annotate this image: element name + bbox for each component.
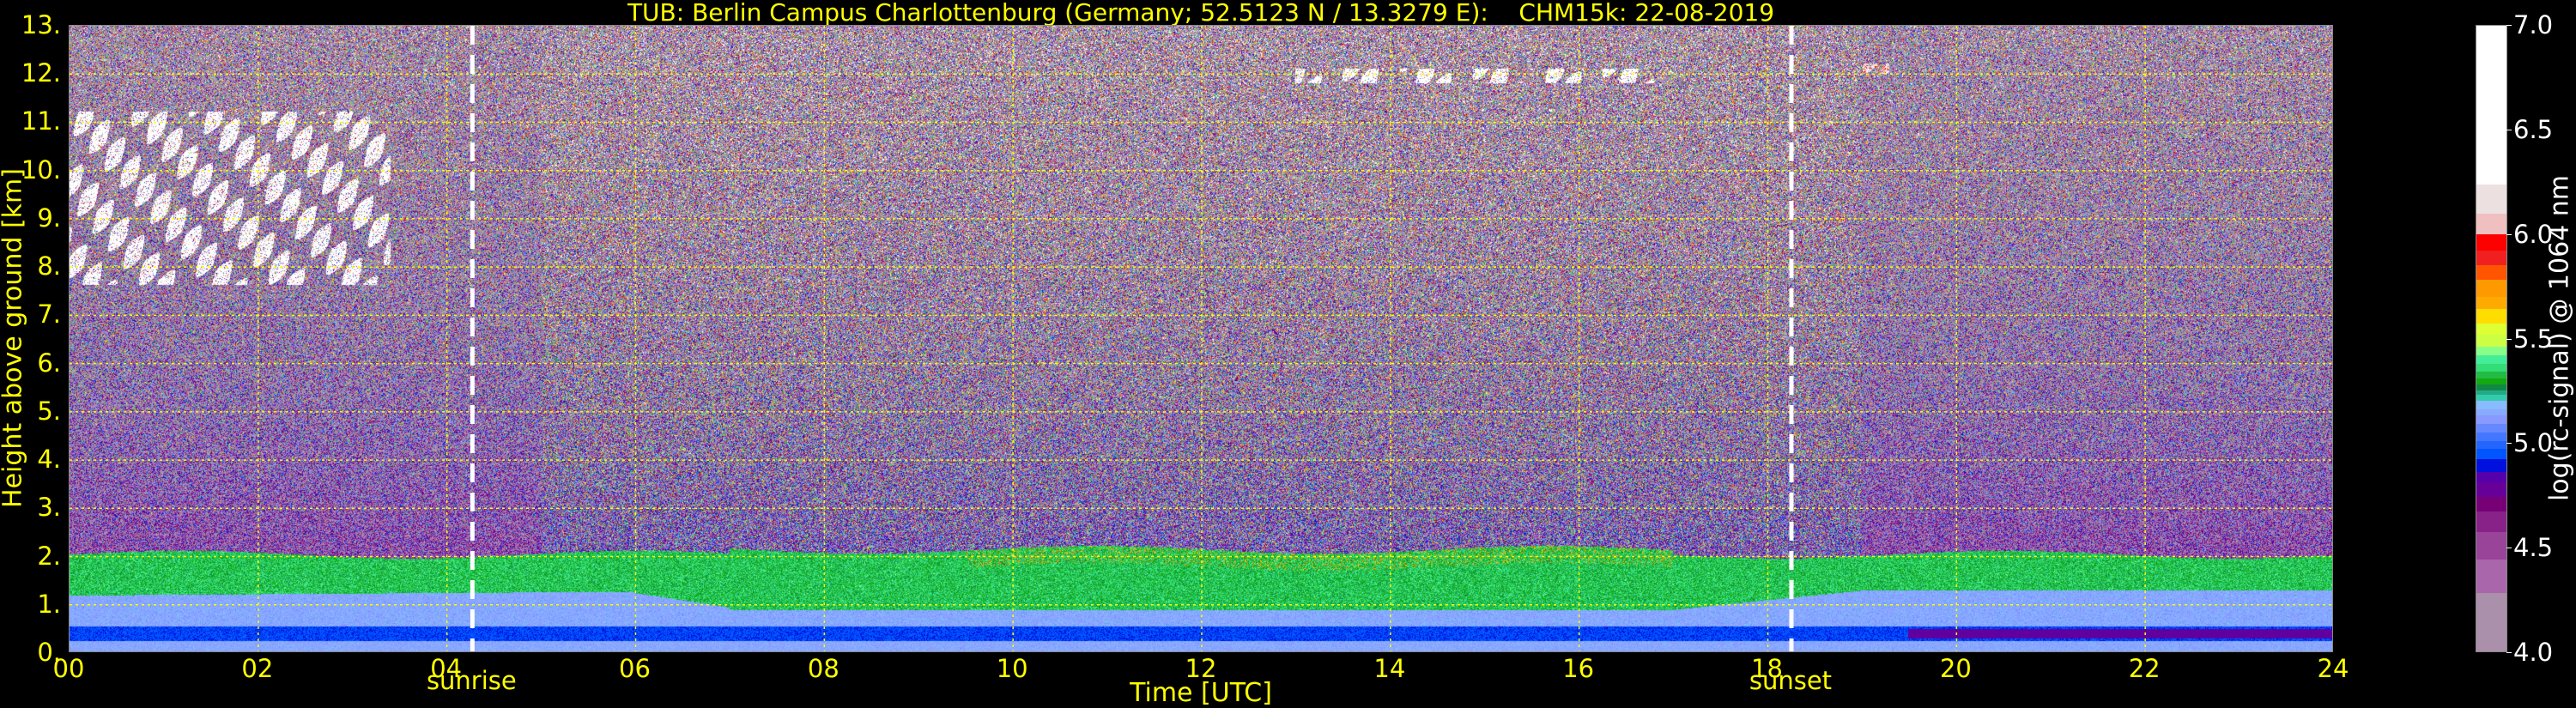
plot-area [69, 25, 2333, 652]
x-tick-label: 20 [1939, 654, 1972, 683]
colorbar-label: log(rc-signal) @ 1064 nm [2544, 174, 2575, 502]
colorbar-segment [2476, 251, 2506, 266]
colorbar-tick-mark [2506, 443, 2512, 445]
colorbar-segment [2476, 511, 2506, 533]
colorbar-segment [2476, 532, 2506, 560]
colorbar-segment [2476, 184, 2506, 214]
colorbar-segment [2476, 560, 2506, 593]
colorbar-segment [2476, 334, 2506, 348]
colorbar-segment [2476, 233, 2506, 251]
y-tick-label: 1. [37, 589, 61, 619]
colorbar-segment [2476, 472, 2506, 483]
colorbar-segment [2476, 378, 2506, 384]
x-tick-label: 16 [1562, 654, 1595, 683]
x-tick-label: 02 [241, 654, 274, 683]
y-tick-label: 9. [37, 203, 61, 233]
y-tick-label: 8. [37, 251, 61, 281]
x-tick-label: 14 [1373, 654, 1406, 683]
y-axis-label: Height above ground [km] [0, 168, 28, 508]
y-tick-label: 2. [37, 541, 61, 571]
colorbar-segment [2476, 309, 2506, 324]
y-tick-label: 7. [37, 300, 61, 330]
colorbar-segment [2476, 395, 2506, 402]
colorbar-tick-label: 7.0 [2513, 10, 2554, 39]
colorbar-tick-mark [2506, 25, 2512, 26]
colorbar [2476, 25, 2507, 652]
colorbar-segment [2476, 363, 2506, 372]
sunset-label: sunset [1749, 666, 1833, 695]
colorbar-segment [2476, 432, 2506, 441]
colorbar-segment [2476, 324, 2506, 335]
x-tick-label: 08 [807, 654, 839, 683]
y-tick-label: 5. [37, 396, 61, 426]
colorbar-segment [2476, 213, 2506, 234]
colorbar-segment [2476, 459, 2506, 472]
x-axis-label: Time [UTC] [1130, 678, 1272, 708]
y-tick-label: 12. [21, 58, 61, 88]
colorbar-tick-label: 4.0 [2513, 638, 2554, 667]
y-tick-label: 4. [37, 445, 61, 475]
colorbar-tick-label: 6.5 [2513, 114, 2554, 144]
y-tick-label: 6. [37, 348, 61, 378]
colorbar-segment [2476, 449, 2506, 460]
colorbar-segment [2476, 424, 2506, 433]
colorbar-segment [2476, 401, 2506, 410]
y-tick-label: 11. [21, 106, 61, 136]
colorbar-segment [2476, 354, 2506, 364]
colorbar-segment [2476, 25, 2506, 185]
x-tick-label: 22 [2128, 654, 2161, 683]
y-tick-label: 13. [21, 10, 61, 39]
colorbar-segment [2476, 592, 2506, 651]
colorbar-segment [2476, 347, 2506, 355]
y-tick-label: 0. [37, 638, 61, 667]
colorbar-segment [2476, 372, 2506, 378]
colorbar-segment [2476, 280, 2506, 297]
colorbar-tick-mark [2506, 338, 2512, 340]
x-tick-label: 24 [2317, 654, 2349, 683]
colorbar-segment [2476, 409, 2506, 416]
colorbar-tick-label: 4.5 [2513, 533, 2554, 563]
colorbar-tick-mark [2506, 233, 2512, 235]
x-tick-label: 06 [619, 654, 651, 683]
colorbar-segment [2476, 265, 2506, 281]
sunrise-label: sunrise [426, 666, 517, 695]
colorbar-segment [2476, 296, 2506, 310]
y-tick-label: 3. [37, 493, 61, 523]
colorbar-segment [2476, 440, 2506, 450]
colorbar-segment [2476, 415, 2506, 425]
chart-title: TUB: Berlin Campus Charlottenburg (Germa… [627, 0, 1775, 27]
colorbar-segment [2476, 497, 2506, 512]
colorbar-tick-mark [2506, 652, 2512, 653]
x-tick-label: 10 [996, 654, 1028, 683]
grid-overlay [70, 26, 2332, 651]
colorbar-segment [2476, 384, 2506, 391]
colorbar-segment [2476, 482, 2506, 498]
